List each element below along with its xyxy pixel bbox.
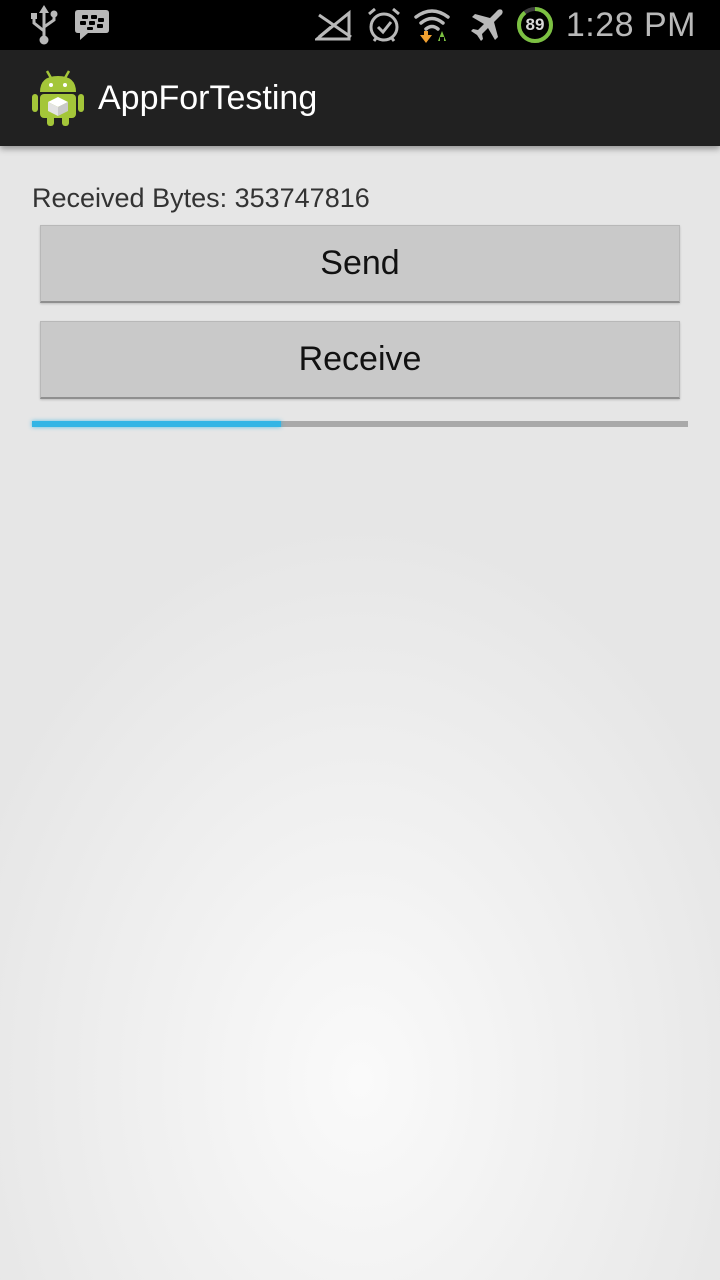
received-bytes-label: Received Bytes: 353747816 <box>32 183 370 213</box>
battery-icon: 89 <box>515 0 555 50</box>
android-icon <box>30 68 86 128</box>
bbm-icon <box>74 0 110 50</box>
usb-icon <box>28 0 60 50</box>
airplane-mode-icon <box>468 0 506 50</box>
battery-level-text: 89 <box>525 15 545 34</box>
send-button[interactable]: Send <box>40 225 680 303</box>
wifi-icon <box>412 0 452 50</box>
app-title: AppForTesting <box>98 78 318 117</box>
receive-button[interactable]: Receive <box>40 321 680 399</box>
progress-fill <box>32 421 282 427</box>
action-bar: AppForTesting <box>0 50 720 146</box>
status-time: 1:28 PM <box>565 5 696 44</box>
no-signal-icon <box>314 0 356 50</box>
status-bar: 89 1:28 PM <box>0 0 720 50</box>
alarm-icon <box>364 0 404 50</box>
transfer-progress-bar <box>32 421 688 427</box>
